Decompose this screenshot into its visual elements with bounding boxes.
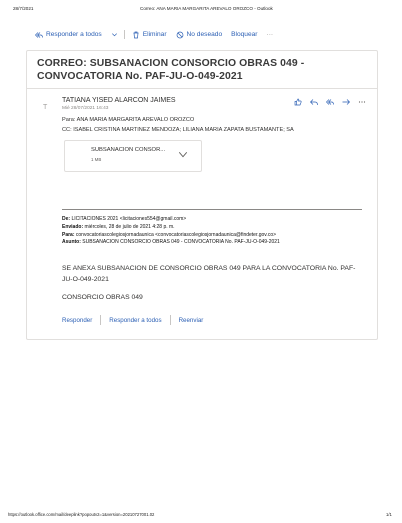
delete-label: Eliminar [142, 31, 167, 38]
sent-value: miércoles, 28 de julio de 2021 4:28 p. m… [84, 223, 175, 230]
junk-label: No deseado [186, 31, 223, 38]
attachment-size: 1 MB [91, 157, 102, 162]
to-recipients: Para: ANA MARIA MARGARITA AREVALO OROZCO [62, 117, 195, 123]
from-label: De: [62, 216, 71, 222]
print-page-number: 1/1 [386, 512, 392, 517]
reply-link[interactable]: Responder [62, 317, 92, 324]
cc-recipients: CC: ISABEL CRISTINA MARTINEZ MENDOZA; LI… [62, 127, 294, 133]
message-actions [294, 98, 366, 106]
reply-all-button[interactable]: Responder a todos [35, 31, 102, 39]
message-signature: CONSORCIO OBRAS 049 [62, 294, 143, 301]
reply-icon[interactable] [310, 98, 318, 106]
chevron-down-icon[interactable] [178, 151, 188, 158]
to-value: convocatoriascolegiosjornadaunica <convo… [75, 231, 277, 238]
junk-button[interactable]: No deseado [176, 31, 223, 39]
reply-all-link[interactable]: Responder a todos [109, 317, 161, 324]
attachment-name: SUBSANACION CONSOR... [91, 147, 166, 153]
reply-all-icon[interactable] [326, 98, 334, 106]
block-circle-icon [176, 31, 183, 38]
from-value: LICITACIONES 2021 <licitaciones554@gmail… [71, 216, 187, 222]
print-title: Correo: ANA MARIA MARGARITA AREVALO OROZ… [140, 6, 273, 11]
subject-label: Asunto: [62, 239, 81, 246]
block-label: Bloquear [231, 31, 258, 38]
reply-all-icon [35, 31, 43, 38]
forward-divider [62, 209, 362, 210]
print-url: https://outlook.office.com/mail/deeplink… [8, 512, 155, 517]
chevron-down-icon[interactable] [111, 31, 118, 38]
toolbar-divider [123, 30, 125, 39]
sent-label: Enviado: [62, 223, 84, 230]
reply-all-label: Responder a todos [46, 31, 102, 38]
forward-icon[interactable] [342, 98, 350, 106]
sender-name[interactable]: TATIANA YISED ALARCON JAIMES [62, 97, 176, 104]
delete-button[interactable]: Eliminar [132, 31, 167, 39]
to-label: Para: [62, 231, 75, 238]
reply-links: Responder Responder a todos Reenviar [62, 315, 203, 325]
more-options-button[interactable]: ··· [267, 31, 274, 38]
forwarded-header: De: LICITACIONES 2021 <licitaciones554@g… [62, 216, 362, 247]
message-date: Mié 28/07/2021 16:43 [62, 106, 109, 111]
block-button[interactable]: Bloquear [231, 31, 257, 38]
toolbar: Responder a todos Eliminar No deseado Bl… [35, 30, 282, 39]
print-date: 28/7/2021 [13, 6, 34, 11]
trash-icon [133, 31, 139, 38]
divider [169, 315, 171, 325]
more-icon: ··· [266, 31, 274, 38]
forward-link[interactable]: Reenviar [179, 317, 204, 324]
message-subject: CORREO: SUBSANACION CONSORCIO OBRAS 049 … [37, 58, 305, 82]
like-icon[interactable] [294, 98, 302, 106]
subject-value: SUBSANACION CONSORCIO OBRAS 049 - CONVOC… [82, 239, 280, 246]
avatar[interactable]: T [43, 104, 47, 111]
divider [100, 315, 102, 325]
message-body-text: SE ANEXA SUBSANACION DE CONSORCIO OBRAS … [62, 265, 356, 283]
divider [27, 88, 377, 89]
more-actions-icon[interactable] [358, 98, 366, 106]
